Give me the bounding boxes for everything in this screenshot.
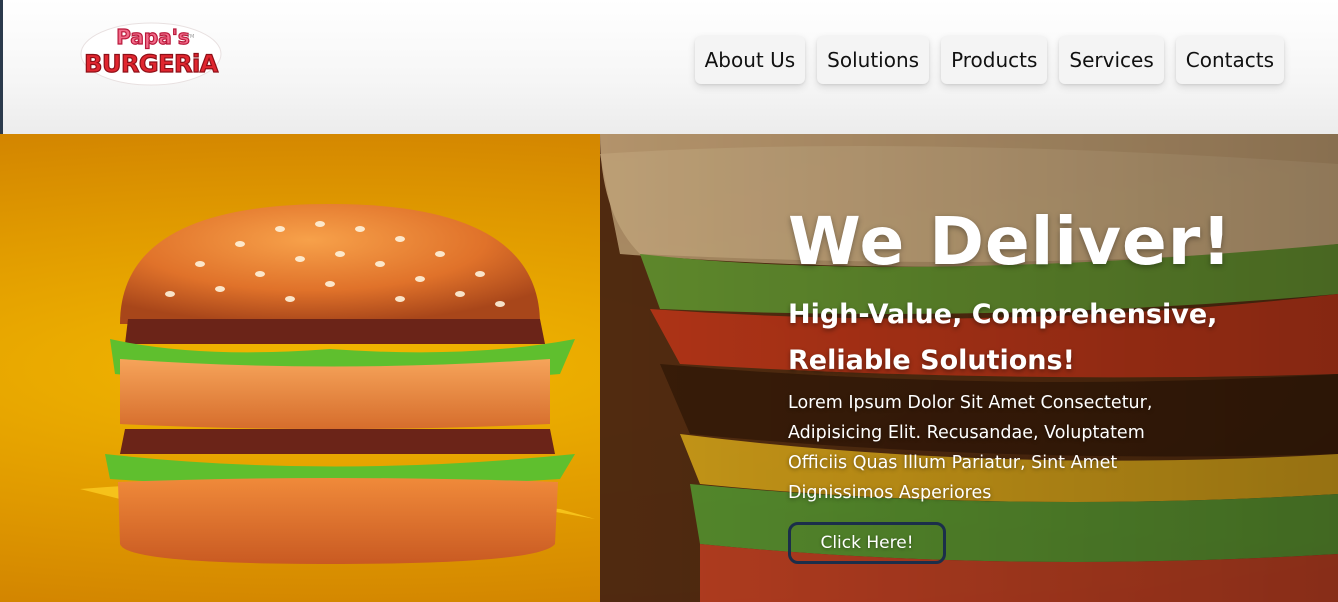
hero-section: We Deliver! High-Value, Comprehensive, R…	[0, 134, 1338, 602]
nav-solutions[interactable]: Solutions	[817, 36, 930, 84]
hero-description: Lorem Ipsum Dolor Sit Amet Consectetur, …	[788, 393, 1153, 503]
nav-about-us[interactable]: About Us	[694, 36, 806, 84]
hero-text-block: We Deliver! High-Value, Comprehensive, R…	[788, 200, 1308, 508]
site-header: Papa's TM BURGERiA About Us Solutions Pr…	[0, 0, 1338, 134]
nav-services[interactable]: Services	[1059, 36, 1164, 84]
click-here-button[interactable]: Click Here!	[788, 522, 946, 564]
papas-burgeria-logo-icon: Papa's TM BURGERiA	[80, 22, 222, 86]
logo-line1: Papa's	[116, 25, 189, 49]
hero-title: We Deliver!	[788, 203, 1233, 280]
main-nav: About Us Solutions Products Services Con…	[694, 36, 1284, 84]
logo-line2: BURGERiA	[84, 50, 219, 78]
logo-tm: TM	[186, 34, 194, 40]
hero-subtitle: High-Value, Comprehensive, Reliable Solu…	[788, 299, 1218, 376]
nav-products[interactable]: Products	[941, 36, 1048, 84]
nav-contacts[interactable]: Contacts	[1175, 36, 1284, 84]
hero-burger-image	[80, 204, 595, 564]
brand-logo[interactable]: Papa's TM BURGERiA	[79, 14, 223, 86]
